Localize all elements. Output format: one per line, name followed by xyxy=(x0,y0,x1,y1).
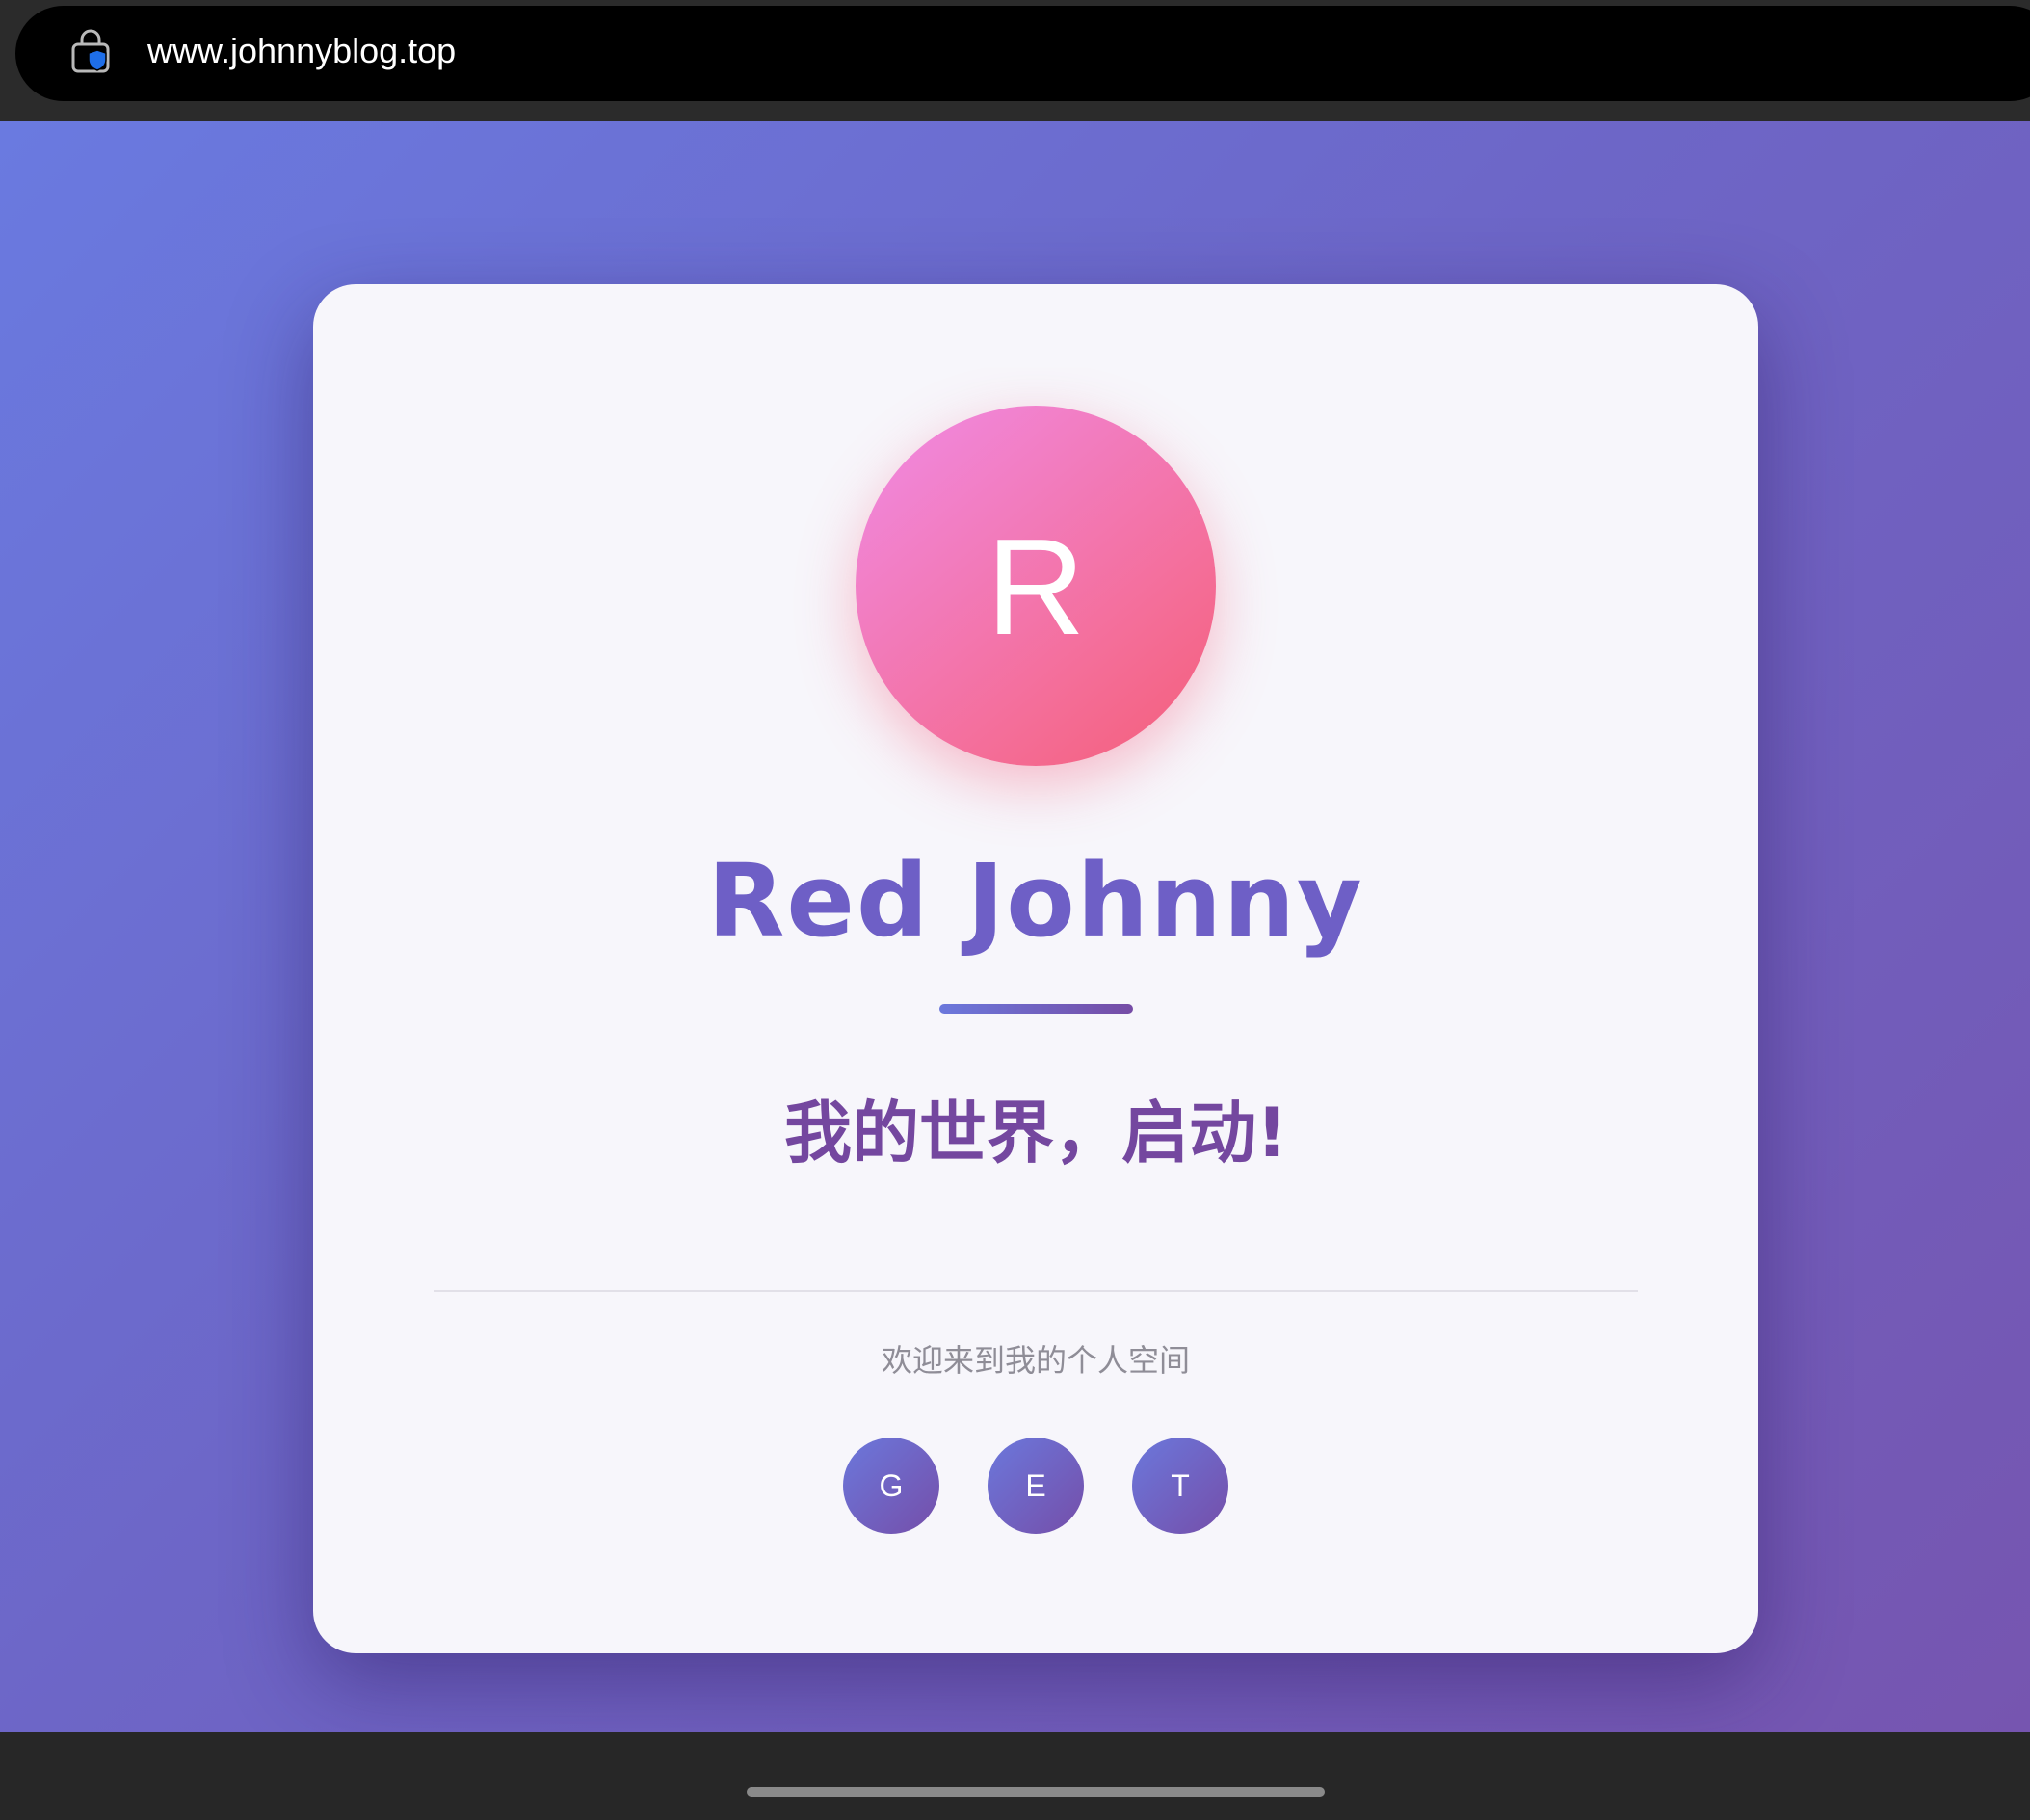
welcome-text: 欢迎来到我的个人空间 xyxy=(881,1342,1190,1379)
profile-name: Red Johnny xyxy=(707,842,1364,960)
system-nav-bar xyxy=(0,1732,2030,1820)
home-gesture-handle[interactable] xyxy=(747,1787,1325,1797)
avatar-letter: R xyxy=(986,511,1086,664)
social-button-e[interactable]: E xyxy=(988,1438,1084,1534)
social-button-g[interactable]: G xyxy=(843,1438,939,1534)
url-text[interactable]: www.johnnyblog.top xyxy=(147,29,456,73)
address-bar[interactable]: www.johnnyblog.top xyxy=(15,6,2030,101)
page-background: R Red Johnny 我的世界，启动! 欢迎来到我的个人空间 G E T xyxy=(0,121,2030,1732)
avatar: R xyxy=(856,406,1216,766)
social-button-t[interactable]: T xyxy=(1132,1438,1228,1534)
accent-underline xyxy=(939,1004,1133,1014)
profile-card: R Red Johnny 我的世界，启动! 欢迎来到我的个人空间 G E T xyxy=(313,284,1758,1653)
profile-tagline: 我的世界，启动! xyxy=(784,1094,1287,1173)
browser-top-bar: www.johnnyblog.top xyxy=(0,0,2030,121)
screen: www.johnnyblog.top R Red Johnny 我的世界，启动!… xyxy=(0,0,2030,1820)
lock-shield-icon[interactable] xyxy=(67,27,114,73)
divider xyxy=(434,1290,1638,1292)
